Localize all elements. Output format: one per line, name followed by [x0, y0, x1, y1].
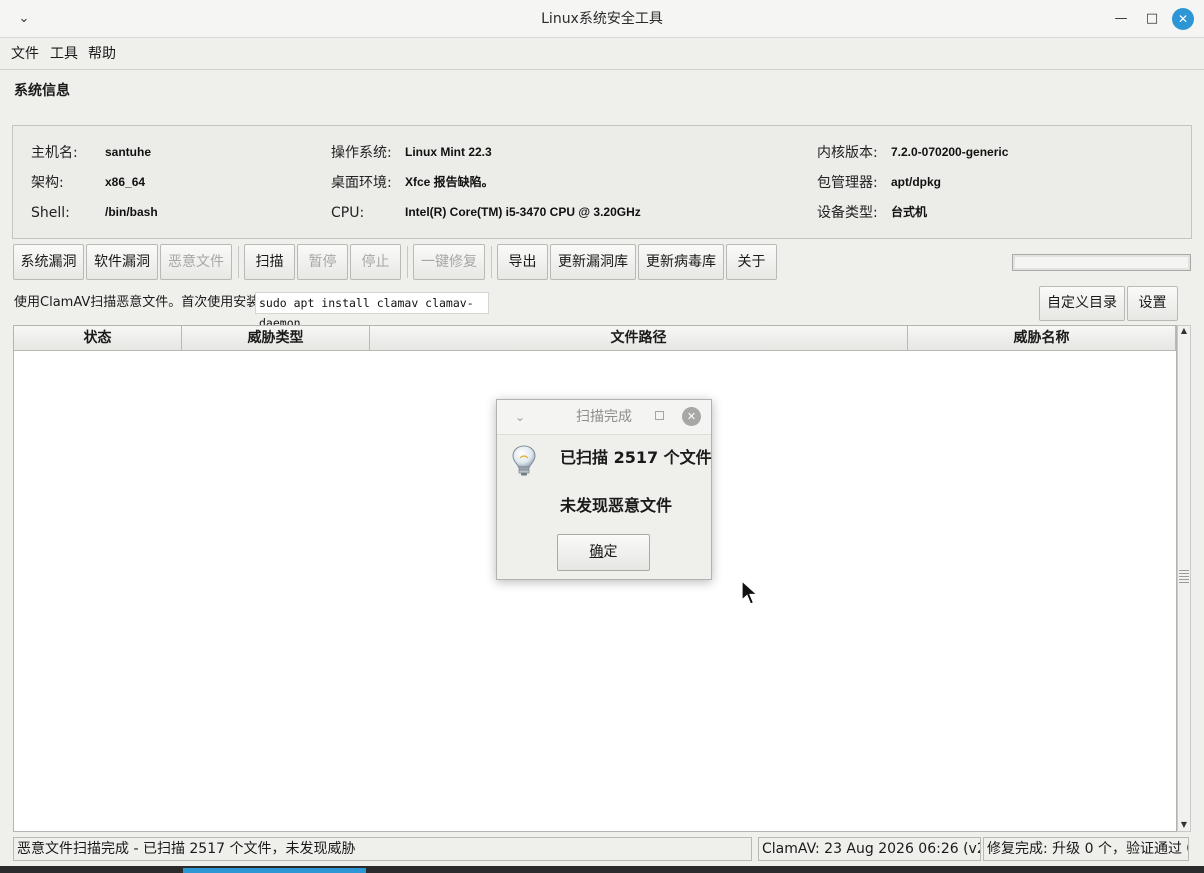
toolbar-separator	[491, 246, 492, 278]
os-value: Linux Mint 22.3	[405, 145, 492, 159]
window-title: Linux系统安全工具	[541, 11, 663, 27]
menu-file[interactable]: 文件	[11, 38, 39, 70]
pause-button[interactable]: 暂停	[297, 244, 348, 280]
ok-mnemonic: 确	[589, 544, 604, 560]
os-label: 操作系统:	[331, 145, 392, 161]
system-info-heading: 系统信息	[14, 83, 70, 99]
package-manager-label: 包管理器:	[817, 175, 878, 191]
menu-help[interactable]: 帮助	[88, 38, 116, 70]
kernel-label: 内核版本:	[817, 145, 878, 161]
scrollbar-grip[interactable]	[1179, 570, 1189, 584]
hostname-label: 主机名:	[31, 145, 78, 161]
minimize-icon[interactable]: —	[1110, 8, 1132, 30]
software-vuln-button[interactable]: 软件漏洞	[86, 244, 158, 280]
device-type-value: 台式机	[891, 205, 928, 219]
lightbulb-icon	[512, 445, 536, 476]
dialog-ok-button[interactable]: 确定	[557, 534, 650, 571]
column-header-threat-name[interactable]: 威胁名称	[908, 326, 1176, 351]
dialog-maximize-icon[interactable]	[655, 411, 664, 420]
malware-button[interactable]: 恶意文件	[160, 244, 232, 280]
scan-button[interactable]: 扫描	[244, 244, 295, 280]
arch-label: 架构:	[31, 175, 64, 191]
desktop-value: Xfce 报告缺陷。	[405, 175, 494, 189]
export-button[interactable]: 导出	[497, 244, 548, 280]
status-clamav-version: ClamAV: 23 Aug 2026 06:26 (v28101)	[758, 837, 981, 861]
dialog-result-message: 未发现恶意文件	[560, 496, 673, 515]
arch-value: x86_64	[105, 175, 146, 189]
shell-value: /bin/bash	[105, 205, 158, 219]
stop-button[interactable]: 停止	[350, 244, 401, 280]
dialog-scanned-count: 已扫描 2517 个文件	[560, 448, 712, 467]
dialog-close-icon[interactable]: ✕	[682, 407, 701, 426]
package-manager-value: apt/dpkg	[891, 175, 941, 189]
hostname-value: santuhe	[105, 145, 152, 159]
toolbar-separator	[407, 246, 408, 278]
ok-label-rest: 定	[603, 544, 618, 560]
device-type-label: 设备类型:	[817, 205, 878, 221]
scroll-up-icon[interactable]: ▲	[1177, 325, 1191, 337]
column-header-status[interactable]: 状态	[14, 326, 182, 351]
maximize-icon[interactable]: □	[1141, 8, 1163, 30]
cpu-label: CPU:	[331, 205, 365, 221]
column-header-threat-type[interactable]: 威胁类型	[182, 326, 370, 351]
one-click-fix-button[interactable]: 一键修复	[413, 244, 485, 280]
taskbar-active-item[interactable]	[183, 868, 366, 873]
about-button[interactable]: 关于	[726, 244, 777, 280]
system-vuln-button[interactable]: 系统漏洞	[13, 244, 84, 280]
kernel-value: 7.2.0-070200-generic	[891, 145, 1009, 159]
settings-button[interactable]: 设置	[1127, 286, 1178, 321]
update-virus-db-button[interactable]: 更新病毒库	[638, 244, 724, 280]
clamav-hint-label: 使用ClamAV扫描恶意文件。首次使用安装:	[14, 295, 264, 310]
column-header-file-path[interactable]: 文件路径	[370, 326, 908, 351]
window-menu-chevron-icon[interactable]: ⌄	[13, 8, 35, 30]
close-icon[interactable]: ✕	[1172, 8, 1194, 30]
install-command-field[interactable]: sudo apt install clamav clamav-daemon	[255, 292, 489, 330]
dialog-title: 扫描完成	[497, 400, 711, 435]
dialog-menu-chevron-icon[interactable]: ⌄	[511, 408, 529, 426]
menu-tools[interactable]: 工具	[50, 38, 78, 70]
progress-bar	[1012, 254, 1191, 271]
shell-label: Shell:	[31, 205, 70, 221]
update-vuln-db-button[interactable]: 更新漏洞库	[550, 244, 636, 280]
status-scan-result: 恶意文件扫描完成 - 已扫描 2517 个文件，未发现威胁	[13, 837, 752, 861]
status-fix-result: 修复完成: 升级 0 个，验证通过 0 个	[983, 837, 1189, 861]
menu-bar	[0, 38, 1204, 70]
scroll-down-icon[interactable]: ▼	[1177, 819, 1191, 831]
custom-dir-button[interactable]: 自定义目录	[1039, 286, 1125, 321]
mouse-cursor-icon	[741, 580, 759, 605]
toolbar-separator	[238, 246, 239, 278]
desktop-label: 桌面环境:	[331, 175, 392, 191]
taskbar	[0, 866, 1204, 873]
cpu-value: Intel(R) Core(TM) i5-3470 CPU @ 3.20GHz	[405, 205, 641, 219]
